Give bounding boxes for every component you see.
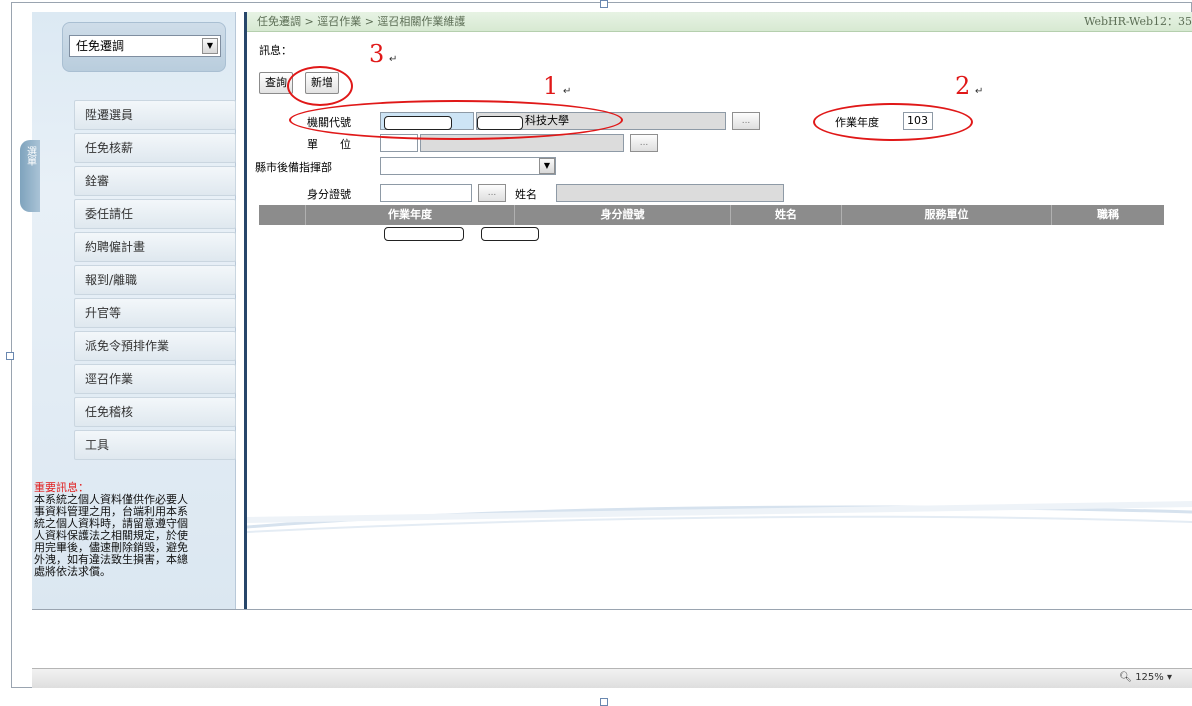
module-selector: 任免遷調 ▼ bbox=[62, 22, 226, 72]
grid-col-unit[interactable]: 服務單位 bbox=[842, 205, 1052, 225]
resize-handle-bottom[interactable] bbox=[600, 698, 608, 706]
notice-body: 本系統之個人資料僅供作必要人事資料管理之用，台端利用本系統之個人資料時，請留意遵… bbox=[34, 493, 188, 578]
menu-item-label: 逕召作業 bbox=[85, 372, 134, 386]
resize-handle-left[interactable] bbox=[6, 352, 14, 360]
menu-item-onboard-leave[interactable]: 報到/離職 bbox=[74, 265, 236, 295]
annotation-number-1: 1 bbox=[543, 72, 559, 100]
breadcrumb-text: 任免遷調 > 逕召作業 > 逕召相關作業維護 bbox=[257, 15, 466, 28]
menu-item-label: 派免令預排作業 bbox=[85, 339, 170, 353]
message-label: 訊息： bbox=[259, 44, 292, 57]
side-menu: 陞遷選員 任免核薪 銓審 委任請任 約聘僱計畫 報到/離職 升官等 派免令預排作… bbox=[74, 100, 236, 463]
menu-item-label: 任免核薪 bbox=[85, 141, 134, 155]
status-bar: 🔍︎ 125% ▾ bbox=[32, 668, 1192, 688]
chevron-down-icon[interactable]: ▼ bbox=[539, 158, 555, 174]
resize-handle-top[interactable] bbox=[600, 0, 608, 8]
redaction-box bbox=[481, 227, 539, 241]
menu-item-audit[interactable]: 任免稽核 bbox=[74, 397, 236, 427]
menu-item-label: 升官等 bbox=[85, 306, 122, 320]
menu-item-label: 報到/離職 bbox=[85, 273, 138, 287]
annotation-number-3: 3 bbox=[369, 40, 385, 68]
return-mark: ↵ bbox=[975, 86, 984, 97]
county-select[interactable]: ▼ bbox=[380, 157, 556, 175]
menu-item-rank-promotion[interactable]: 升官等 bbox=[74, 298, 236, 328]
zoom-control[interactable]: 🔍︎ 125% ▾ bbox=[1119, 672, 1172, 683]
background-swoosh bbox=[247, 501, 1192, 533]
menu-item-review[interactable]: 銓審 bbox=[74, 166, 236, 196]
module-select-value: 任免遷調 bbox=[76, 39, 125, 53]
grid-col-id[interactable]: 身分證號 bbox=[515, 205, 731, 225]
zoom-level: 125% bbox=[1135, 672, 1164, 683]
name-field bbox=[556, 184, 784, 202]
annotation-ellipse-year bbox=[813, 103, 973, 141]
grid-col-title[interactable]: 職稱 bbox=[1052, 205, 1164, 225]
menu-item-label: 銓審 bbox=[85, 174, 110, 188]
id-label: 身分證號 bbox=[307, 188, 351, 201]
grid-col-select bbox=[259, 205, 306, 225]
menu-item-appointment-salary[interactable]: 任免核薪 bbox=[74, 133, 236, 163]
breadcrumb: 任免遷調 > 逕召作業 > 逕召相關作業維護 WebHR-Web12：35 bbox=[247, 12, 1192, 32]
content-bottom-area bbox=[32, 609, 1192, 668]
grid-col-name[interactable]: 姓名 bbox=[731, 205, 842, 225]
annotation-ellipse-add bbox=[287, 66, 353, 106]
chevron-down-icon[interactable]: ▾ bbox=[1167, 672, 1172, 683]
menu-item-direct-summon[interactable]: 逕召作業 bbox=[74, 364, 236, 394]
grid-col-year[interactable]: 作業年度 bbox=[306, 205, 515, 225]
annotation-number-2: 2 bbox=[955, 72, 971, 100]
name-label: 姓名 bbox=[515, 188, 537, 201]
result-grid-header: 作業年度 身分證號 姓名 服務單位 職稱 bbox=[259, 205, 1164, 225]
side-menu-tab[interactable]: 選單 bbox=[20, 140, 40, 212]
left-panel: 任免遷調 ▼ 選單 陞遷選員 任免核薪 銓審 委任請任 約聘僱計畫 報到/離職 … bbox=[20, 12, 236, 609]
menu-item-label: 委任請任 bbox=[85, 207, 134, 221]
unit-label: 單 位 bbox=[307, 138, 351, 151]
unit-lookup-button[interactable]: ... bbox=[630, 134, 658, 152]
magnifier-icon: 🔍︎ bbox=[1119, 672, 1132, 683]
menu-item-tools[interactable]: 工具 bbox=[74, 430, 236, 460]
annotation-ellipse-org bbox=[289, 100, 623, 140]
menu-item-label: 任免稽核 bbox=[85, 405, 134, 419]
menu-item-delegated-appointment[interactable]: 委任請任 bbox=[74, 199, 236, 229]
menu-item-label: 陞遷選員 bbox=[85, 108, 134, 122]
menu-item-label: 工具 bbox=[85, 438, 110, 452]
chevron-down-icon[interactable]: ▼ bbox=[202, 38, 218, 54]
org-lookup-button[interactable]: ... bbox=[732, 112, 760, 130]
menu-item-promotion-selection[interactable]: 陞遷選員 bbox=[74, 100, 236, 130]
side-tab-label: 選單 bbox=[24, 146, 36, 166]
id-input[interactable] bbox=[380, 184, 472, 202]
menu-item-label: 約聘僱計畫 bbox=[85, 240, 146, 254]
important-notice: 重要訊息： 本系統之個人資料僅供作必要人事資料管理之用，台端利用本系統之個人資料… bbox=[34, 482, 194, 578]
id-lookup-button[interactable]: ... bbox=[478, 184, 506, 202]
menu-item-order-scheduling[interactable]: 派免令預排作業 bbox=[74, 331, 236, 361]
return-mark: ↵ bbox=[563, 86, 572, 97]
module-select[interactable]: 任免遷調 ▼ bbox=[69, 35, 221, 57]
redaction-box bbox=[384, 227, 464, 241]
system-name: WebHR-Web12：35 bbox=[1084, 15, 1192, 28]
county-label: 縣市後備指揮部 bbox=[255, 161, 332, 174]
return-mark: ↵ bbox=[389, 54, 398, 65]
menu-item-contract-plan[interactable]: 約聘僱計畫 bbox=[74, 232, 236, 262]
main-panel: 任免遷調 > 逕召作業 > 逕召相關作業維護 WebHR-Web12：35 訊息… bbox=[244, 12, 1192, 609]
